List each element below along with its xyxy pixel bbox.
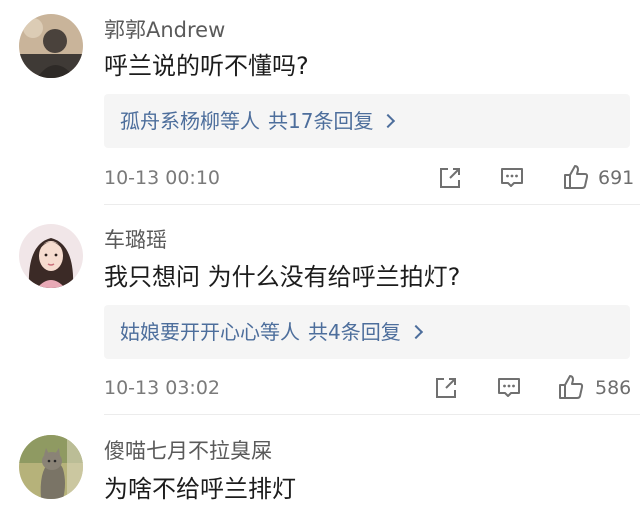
thumbs-up-icon[interactable] [557,373,585,401]
reply-summary[interactable]: 姑娘要开开心心等人 共4条回复 [104,305,630,359]
like-count: 586 [595,377,632,399]
comment-text: 为啥不给呼兰排灯 [104,475,296,503]
comment-text: 我只想问 为什么没有给呼兰拍灯? [104,263,461,291]
avatar[interactable] [19,224,83,288]
comment-icon[interactable] [496,375,522,401]
avatar[interactable] [19,435,83,499]
username[interactable]: 傻喵七月不拉臭屎 [104,438,272,464]
comment-item: 郭郭Andrew 呼兰说的听不懂吗? 孤舟系杨柳等人 共17条回复 10-13 0… [0,0,640,205]
share-icon[interactable] [433,375,459,401]
timestamp: 10-13 03:02 [104,377,221,399]
thumbs-up-icon[interactable] [562,163,590,191]
chevron-right-icon [408,324,423,340]
avatar[interactable] [19,14,83,78]
comment-item: 傻喵七月不拉臭屎 为啥不给呼兰排灯 [0,415,640,511]
reply-count[interactable]: 共17条回复 [268,109,373,133]
comment-text: 呼兰说的听不懂吗? [104,52,309,80]
reply-suffix: 等人 [260,320,300,344]
username[interactable]: 郭郭Andrew [104,17,225,43]
reply-summary[interactable]: 孤舟系杨柳等人 共17条回复 [104,94,630,148]
reply-user-names[interactable]: 姑娘要开开心心 [120,320,260,344]
share-icon[interactable] [437,165,463,191]
username[interactable]: 车璐瑶 [104,227,167,253]
timestamp: 10-13 00:10 [104,167,221,189]
reply-user-names[interactable]: 孤舟系杨柳 [120,109,220,133]
chevron-right-icon [381,113,396,129]
like-count: 691 [598,167,635,189]
comment-item: 车璐瑶 我只想问 为什么没有给呼兰拍灯? 姑娘要开开心心等人 共4条回复 10-1… [0,205,640,415]
reply-suffix: 等人 [220,109,260,133]
comment-icon[interactable] [499,165,525,191]
reply-count[interactable]: 共4条回复 [308,320,401,344]
